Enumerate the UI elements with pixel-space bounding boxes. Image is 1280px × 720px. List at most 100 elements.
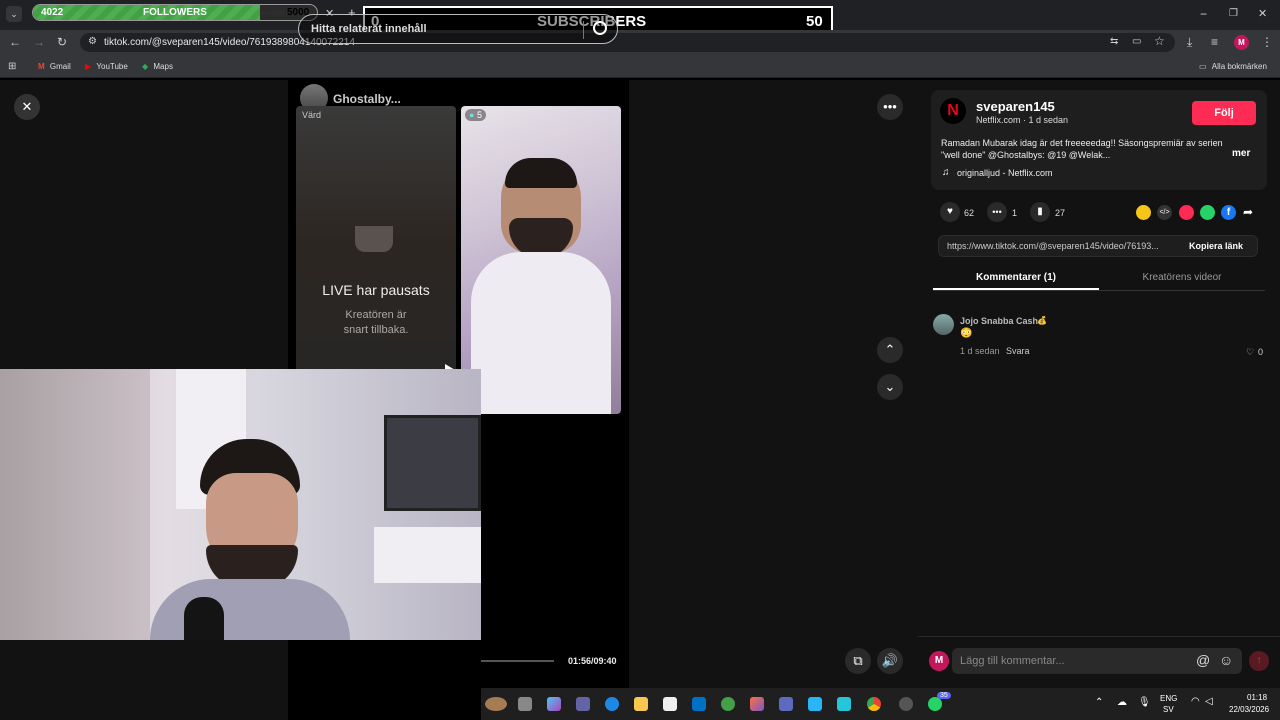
mention-icon[interactable]: @: [1196, 652, 1210, 668]
streamer-hoodie: [150, 579, 350, 640]
comment-author[interactable]: Jojo Snabba Cash: [960, 316, 1038, 326]
restore-icon[interactable]: ❐: [1229, 8, 1238, 20]
comment-avatar[interactable]: [933, 314, 954, 335]
next-video-button[interactable]: ⌄: [877, 374, 903, 400]
whatsapp-icon[interactable]: [928, 697, 942, 711]
media-control-icon[interactable]: ≡: [1211, 36, 1218, 48]
user-avatar[interactable]: M: [929, 651, 949, 671]
copy-link-button[interactable]: Kopiera länk: [1189, 241, 1243, 251]
speaker-icon[interactable]: ◁: [1205, 696, 1213, 707]
viewer-icon: ●: [469, 110, 475, 120]
post-comment-icon[interactable]: ↑: [1249, 651, 1269, 671]
comment-text: 😳: [960, 328, 973, 339]
explorer-icon[interactable]: [634, 697, 648, 711]
send-icon[interactable]: [1179, 205, 1194, 220]
bookmark-gmail[interactable]: M Gmail: [38, 62, 71, 71]
live-host-card: Värd LIVE har pausats Kreatören är snart…: [296, 106, 456, 414]
save-icon[interactable]: ▮: [1030, 202, 1050, 222]
edge-icon[interactable]: [605, 697, 619, 711]
images-icon[interactable]: [837, 697, 851, 711]
post-link-text[interactable]: https://www.tiktok.com/@sveparen145/vide…: [947, 241, 1177, 251]
search-divider: [583, 21, 584, 39]
guest-badge: ● 5: [465, 109, 486, 121]
tab-creator-videos[interactable]: Kreatörens videor: [1099, 267, 1265, 290]
clock-date[interactable]: 22/03/2026: [1229, 705, 1269, 714]
taskbar-app-icon[interactable]: [485, 697, 507, 711]
microphone: [184, 597, 224, 640]
netflix-avatar[interactable]: N: [940, 98, 966, 124]
forward-icon[interactable]: →: [33, 36, 45, 48]
gmail-icon: M: [38, 62, 45, 71]
creator-overlay-name[interactable]: Ghostalby...: [333, 92, 401, 106]
lang-code[interactable]: ENG: [1160, 694, 1177, 703]
money-bag-icon: 💰: [1037, 316, 1047, 325]
followers-current: 4022: [41, 7, 64, 18]
profile-avatar[interactable]: M: [1234, 35, 1249, 50]
whatsapp-share-icon[interactable]: [1200, 205, 1215, 220]
live-paused-subtitle: Kreatören är snart tillbaka.: [343, 309, 409, 336]
shield-icon[interactable]: [721, 697, 735, 711]
window-close-icon[interactable]: ✕: [1258, 8, 1267, 20]
store-icon[interactable]: [663, 697, 677, 711]
tray-cloud-icon[interactable]: ☁: [1117, 697, 1127, 708]
outlook-icon[interactable]: [692, 697, 706, 711]
video-time: 01:56/09:40: [568, 656, 617, 666]
taskview-icon[interactable]: [518, 697, 532, 711]
video-progress-track[interactable]: [481, 660, 554, 662]
comment-input[interactable]: Lägg till kommentar... @ ☺: [952, 648, 1242, 674]
address-bar[interactable]: ⚙ tiktok.com/@sveparen145/video/76193898…: [80, 33, 1175, 52]
cast-icon[interactable]: ▭: [1132, 36, 1141, 48]
site-info-icon[interactable]: ⚙: [88, 36, 97, 48]
tray-chevron-icon[interactable]: ⌃: [1095, 697, 1103, 708]
photos-icon[interactable]: [808, 697, 822, 711]
related-search-input[interactable]: Hitta relaterat innehåll: [298, 14, 618, 44]
share-arrow-icon[interactable]: ➦: [1243, 205, 1253, 219]
copilot-icon[interactable]: [547, 697, 561, 711]
comment-time: 1 d sedan: [960, 346, 1000, 356]
apps-icon[interactable]: ⊞: [8, 61, 16, 73]
previous-video-button[interactable]: ⌃: [877, 337, 903, 363]
all-bookmarks[interactable]: ▭ Alla bokmärken: [1199, 62, 1267, 71]
translate-icon[interactable]: ⇆: [1110, 36, 1118, 48]
more-caption-link[interactable]: mer: [1232, 148, 1250, 159]
tab-comments[interactable]: Kommentarer (1): [933, 267, 1099, 290]
comment-like-icon[interactable]: ♡: [1246, 347, 1254, 358]
download-icon[interactable]: ⤓: [1187, 36, 1192, 48]
comment-icon[interactable]: •••: [987, 202, 1007, 222]
wifi-icon[interactable]: ◠: [1191, 696, 1200, 707]
back-icon[interactable]: ←: [9, 36, 21, 48]
search-icon[interactable]: [593, 21, 607, 35]
app-cube-icon[interactable]: [779, 697, 793, 711]
bookmark-label: YouTube: [96, 62, 128, 71]
like-icon[interactable]: ♥: [940, 202, 960, 222]
close-viewer-button[interactable]: ✕: [14, 94, 40, 120]
follow-button[interactable]: Följ: [1192, 101, 1256, 125]
mic-icon[interactable]: 🎙: [1138, 697, 1151, 708]
bookmark-youtube[interactable]: ▶ YouTube: [85, 62, 128, 71]
sound-name[interactable]: originalljud - Netflix.com: [957, 168, 1053, 178]
teams-icon[interactable]: [576, 697, 590, 711]
region-code[interactable]: SV: [1163, 705, 1174, 714]
clock-time[interactable]: 01:18: [1247, 693, 1267, 702]
obs-icon[interactable]: [899, 697, 913, 711]
reload-icon[interactable]: ↻: [57, 36, 67, 48]
minimize-icon[interactable]: −: [1200, 8, 1207, 20]
reply-button[interactable]: Svara: [1006, 346, 1030, 356]
coin-icon[interactable]: [1136, 205, 1151, 220]
chrome-icon[interactable]: [867, 697, 881, 711]
m365-icon[interactable]: [750, 697, 764, 711]
embed-icon[interactable]: </>: [1157, 205, 1172, 220]
volume-button[interactable]: 🔊: [877, 648, 903, 674]
emoji-icon[interactable]: ☺: [1219, 652, 1233, 668]
host-tag: Värd: [302, 110, 322, 120]
more-options-button[interactable]: •••: [877, 94, 903, 120]
bookmark-maps[interactable]: ◆ Maps: [142, 62, 173, 71]
tab-search-icon[interactable]: ⌄: [6, 6, 22, 22]
subscribers-goal: 50: [806, 13, 823, 30]
facebook-share-icon[interactable]: f: [1221, 205, 1236, 220]
menu-icon[interactable]: ⋮: [1261, 36, 1273, 48]
floating-player-button[interactable]: ⧉: [845, 648, 871, 674]
bookmark-star-icon[interactable]: ☆: [1154, 35, 1165, 47]
post-username[interactable]: sveparen145: [976, 99, 1055, 114]
windows-taskbar: 35 ⌃ ☁ 🎙 ENG SV ◠ ◁ 01:18 22/03/2026: [481, 688, 1280, 720]
